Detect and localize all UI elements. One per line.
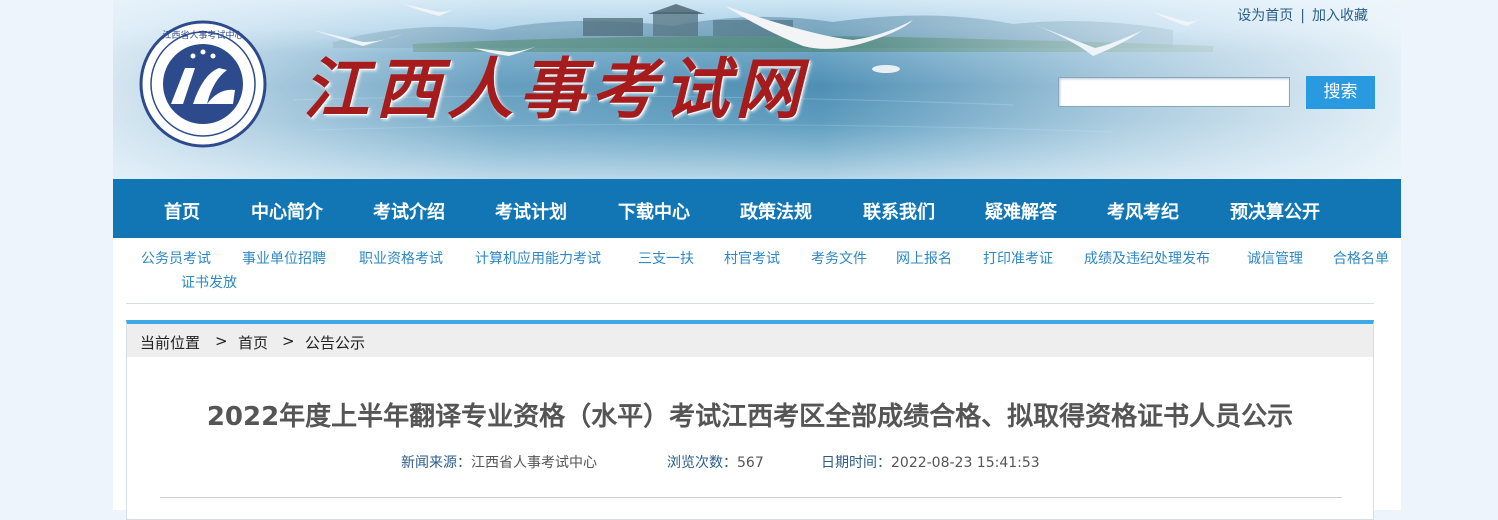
breadcrumb-home[interactable]: 首页: [238, 332, 268, 353]
top-links-separator: |: [1300, 8, 1305, 24]
views-label: 浏览次数：: [667, 455, 737, 471]
breadcrumb: 当前位置 > 首页 > 公告公示: [127, 324, 1373, 357]
breadcrumb-separator: >: [282, 332, 295, 350]
content-divider: [160, 497, 1342, 498]
subnav-item-certificates[interactable]: 证书发放: [181, 271, 237, 295]
add-favorite-link[interactable]: 加入收藏: [1312, 8, 1368, 24]
sub-nav: 公务员考试 事业单位招聘 职业资格考试 计算机应用能力考试 三支一扶 村官考试 …: [126, 247, 1389, 295]
nav-item-home[interactable]: 首页: [164, 198, 200, 224]
subnav-item-qualified-list[interactable]: 合格名单: [1333, 247, 1389, 271]
content-panel: 当前位置 > 首页 > 公告公示 2022年度上半年翻译专业资格（水平）考试江西…: [126, 320, 1374, 520]
logo-text: 江西省人事考试中心: [162, 29, 243, 41]
subnav-item-print-admission[interactable]: 打印准考证: [983, 247, 1053, 271]
subnav-item-village-official[interactable]: 村官考试: [724, 247, 780, 271]
site-title: 江西人事考试网: [303, 50, 807, 128]
breadcrumb-label: 当前位置: [140, 334, 201, 352]
main-nav: 首页 中心简介 考试介绍 考试计划 下载中心 政策法规 联系我们 疑难解答 考风…: [113, 179, 1401, 238]
article-title: 2022年度上半年翻译专业资格（水平）考试江西考区全部成绩合格、拟取得资格证书人…: [206, 402, 1294, 432]
set-homepage-link[interactable]: 设为首页: [1237, 8, 1293, 24]
nav-item-exam-intro[interactable]: 考试介绍: [373, 198, 445, 224]
search-input[interactable]: [1058, 77, 1290, 107]
nav-item-discipline[interactable]: 考风考纪: [1107, 198, 1179, 224]
date-value: 2022-08-23 15:41:53: [891, 455, 1040, 471]
subnav-item-exam-docs[interactable]: 考务文件: [811, 247, 867, 271]
subnav-item-civil-service[interactable]: 公务员考试: [141, 247, 211, 271]
search-button[interactable]: 搜索: [1306, 76, 1375, 109]
article-views: 浏览次数：567: [667, 452, 764, 472]
article-date: 日期时间：2022-08-23 15:41:53: [821, 452, 1040, 472]
source-label: 新闻来源：: [401, 455, 471, 471]
top-links: 设为首页 | 加入收藏: [1237, 5, 1368, 25]
subnav-item-online-registration[interactable]: 网上报名: [896, 247, 952, 271]
nav-item-faq[interactable]: 疑难解答: [985, 198, 1057, 224]
subnav-divider: [126, 303, 1374, 304]
subnav-item-computer[interactable]: 计算机应用能力考试: [475, 247, 601, 271]
nav-item-budget[interactable]: 预决算公开: [1230, 198, 1320, 224]
breadcrumb-separator: >: [215, 332, 228, 350]
subnav-item-three-supports[interactable]: 三支一扶: [638, 247, 694, 271]
nav-item-downloads[interactable]: 下载中心: [618, 198, 690, 224]
nav-item-exam-plan[interactable]: 考试计划: [495, 198, 567, 224]
nav-item-about[interactable]: 中心简介: [251, 198, 323, 224]
nav-item-policy[interactable]: 政策法规: [740, 198, 812, 224]
views-value: 567: [737, 455, 764, 471]
page-wrapper: 江西省人事考试中心 江西人事考试网 设为首页 | 加入收藏 搜索 首页 中心简介 考…: [113, 0, 1401, 520]
subnav-item-integrity[interactable]: 诚信管理: [1247, 247, 1303, 271]
article-source: 新闻来源：江西省人事考试中心: [401, 452, 597, 472]
subnav-item-public-institution[interactable]: 事业单位招聘: [242, 247, 326, 271]
header-banner: 江西省人事考试中心 江西人事考试网 设为首页 | 加入收藏 搜索: [113, 0, 1401, 179]
breadcrumb-notices[interactable]: 公告公示: [305, 332, 365, 353]
source-value: 江西省人事考试中心: [471, 455, 597, 471]
logo-emblem: 江西省人事考试中心: [139, 20, 267, 148]
date-label: 日期时间：: [821, 455, 891, 471]
subnav-item-results[interactable]: 成绩及违纪处理发布: [1084, 247, 1210, 271]
subnav-item-vocational[interactable]: 职业资格考试: [359, 247, 443, 271]
nav-item-contact[interactable]: 联系我们: [863, 198, 935, 224]
